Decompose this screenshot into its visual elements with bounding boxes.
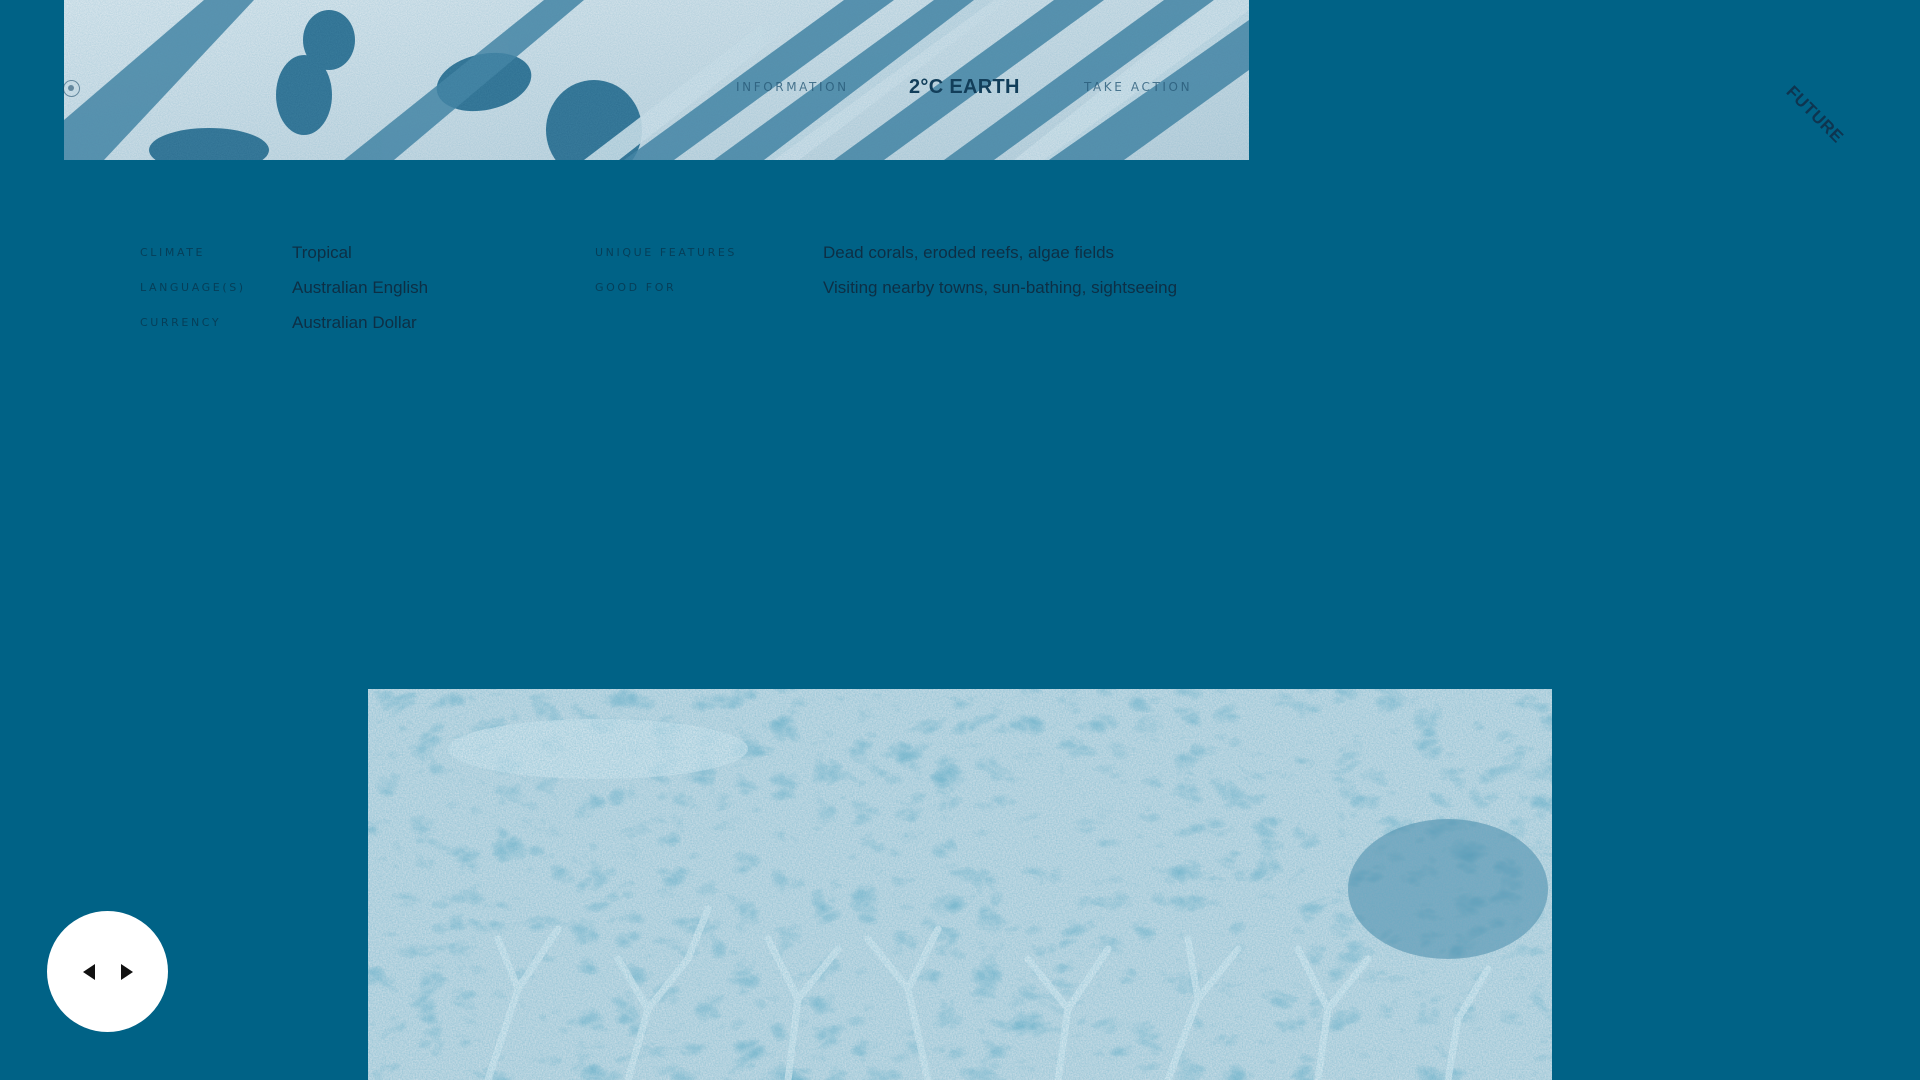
coral-reef-image — [368, 689, 1552, 1080]
hero-coral-image — [64, 0, 1249, 160]
nav-take-action-link[interactable]: TAKE ACTION — [1084, 80, 1192, 94]
currency-label: CURRENCY — [140, 316, 222, 329]
unique-features-label: UNIQUE FEATURES — [595, 246, 737, 259]
languages-value: Australian English — [292, 278, 429, 297]
page: INFORMATION 2°C EARTH TAKE ACTION FUTURE… — [0, 0, 1920, 1080]
good-for-label: GOOD FOR — [595, 281, 677, 294]
prev-next-control[interactable] — [47, 911, 168, 1032]
site-logo[interactable]: 2°C EARTH — [909, 76, 1020, 99]
good-for-value: Visiting nearby towns, sun-bathing, sigh… — [823, 278, 1178, 297]
unique-features-value: Dead corals, eroded reefs, algae fields — [823, 243, 1115, 262]
climate-label: CLIMATE — [140, 246, 206, 259]
currency-value: Australian Dollar — [292, 313, 417, 332]
climate-value: Tropical — [292, 243, 352, 262]
arrow-right-icon[interactable] — [121, 964, 133, 980]
circle-dot-icon[interactable] — [63, 80, 80, 97]
future-toggle-label[interactable]: FUTURE — [1782, 82, 1848, 147]
arrow-left-icon[interactable] — [83, 964, 95, 980]
nav-information-link[interactable]: INFORMATION — [736, 80, 849, 94]
languages-label: LANGUAGE(S) — [140, 281, 246, 294]
